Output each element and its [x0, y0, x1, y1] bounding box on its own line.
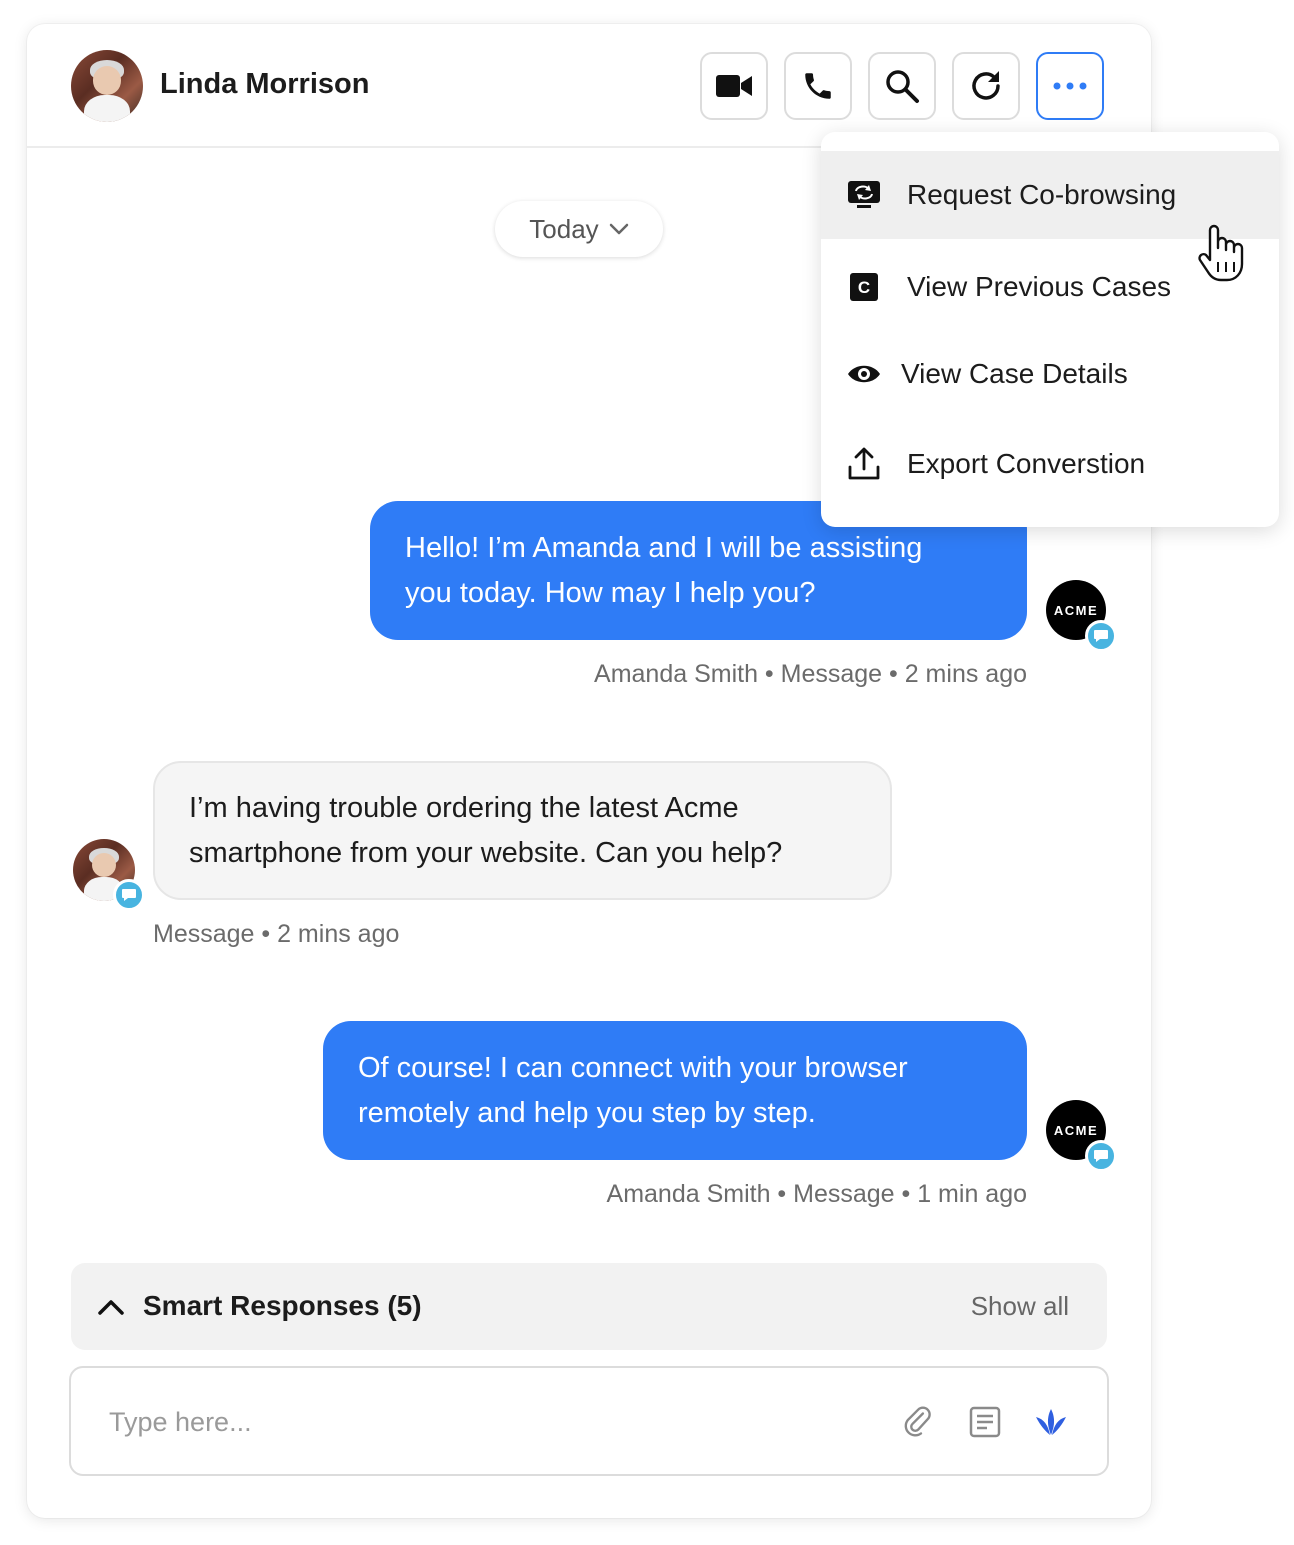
voice-call-button[interactable]	[784, 52, 852, 120]
show-all-link[interactable]: Show all	[971, 1291, 1069, 1322]
message-bubble-outgoing: Of course! I can connect with your brows…	[323, 1021, 1027, 1160]
chat-channel-badge	[1085, 1140, 1117, 1172]
message-text-line: I’m having trouble ordering the latest A…	[189, 792, 739, 824]
ai-assist-button[interactable]	[1033, 1404, 1069, 1440]
menu-item-label: Export Converstion	[907, 448, 1146, 479]
phone-icon	[805, 73, 831, 99]
refresh-icon	[972, 71, 1000, 100]
message-meta: Message • 2 mins ago	[153, 920, 400, 948]
menu-item-export-conversation[interactable]: Export Converstion	[821, 420, 1279, 508]
more-options-menu: Request Co-browsing C View Previous Case…	[821, 132, 1279, 527]
menu-item-label: Request Co-browsing	[907, 179, 1177, 210]
svg-text:C: C	[858, 278, 870, 297]
template-button[interactable]	[967, 1404, 1003, 1440]
cobrowse-icon	[846, 177, 882, 213]
date-filter-label: Today	[529, 213, 599, 244]
chat-channel-badge	[113, 879, 145, 911]
attachment-button[interactable]	[901, 1404, 937, 1440]
eye-icon	[846, 356, 882, 392]
chat-bubble-icon	[1094, 1150, 1108, 1162]
chevron-down-icon	[609, 223, 628, 235]
ai-assist-icon	[1036, 1409, 1066, 1435]
refresh-button[interactable]	[952, 52, 1020, 120]
message-text-line: smartphone from your website. Can you he…	[189, 837, 783, 869]
more-options-button[interactable]	[1036, 52, 1104, 120]
attachment-icon	[904, 1406, 931, 1437]
menu-item-label: View Case Details	[901, 358, 1128, 389]
video-camera-icon	[716, 75, 752, 97]
more-dots-icon	[1053, 82, 1087, 90]
message-composer	[69, 1366, 1109, 1476]
contact-name: Linda Morrison	[160, 68, 370, 100]
smart-responses-bar[interactable]: Smart Responses (5) Show all	[71, 1263, 1107, 1350]
smart-responses-title: Smart Responses (5)	[143, 1290, 422, 1321]
search-icon	[886, 70, 919, 103]
hand-cursor-icon	[1198, 224, 1244, 282]
video-call-button[interactable]	[700, 52, 768, 120]
date-filter-dropdown[interactable]: Today	[495, 201, 663, 257]
chat-channel-badge	[1085, 620, 1117, 652]
chat-bubble-icon	[1094, 630, 1108, 642]
message-meta: Amanda Smith • Message • 1 min ago	[606, 1180, 1027, 1208]
chevron-up-icon[interactable]	[97, 1298, 125, 1316]
message-input[interactable]	[107, 1398, 871, 1446]
menu-item-label: View Previous Cases	[907, 271, 1172, 302]
template-icon	[969, 1406, 1001, 1438]
message-text-line: remotely and help you step by step.	[358, 1097, 816, 1129]
case-icon: C	[846, 269, 882, 305]
message-meta: Amanda Smith • Message • 2 mins ago	[594, 660, 1027, 688]
message-text-line: Of course! I can connect with your brows…	[358, 1052, 908, 1084]
contact-avatar[interactable]	[71, 50, 143, 122]
export-icon	[846, 446, 882, 482]
message-text-line: you today. How may I help you?	[405, 577, 816, 609]
chat-bubble-icon	[122, 889, 136, 901]
message-text-line: Hello! I’m Amanda and I will be assistin…	[405, 532, 923, 564]
message-bubble-incoming: I’m having trouble ordering the latest A…	[153, 761, 892, 900]
menu-item-view-case-details[interactable]: View Case Details	[821, 330, 1279, 418]
search-button[interactable]	[868, 52, 936, 120]
